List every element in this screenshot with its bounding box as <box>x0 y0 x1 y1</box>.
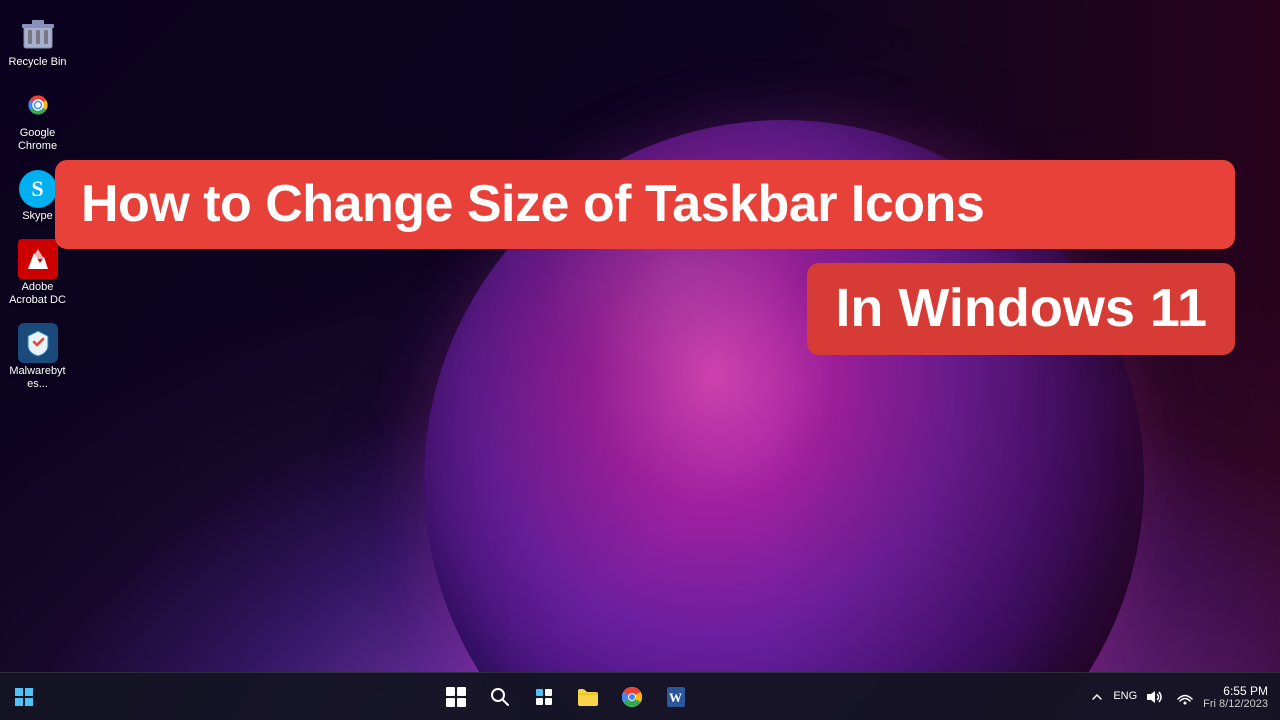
windows-corner-button[interactable] <box>8 681 40 713</box>
taskbar-left <box>0 681 44 713</box>
title-sub-text: In Windows 11 <box>835 279 1207 338</box>
taskbar-explorer-button[interactable] <box>568 677 608 717</box>
desktop-background <box>0 0 1280 720</box>
taskbar-time-display: 6:55 PM <box>1203 684 1268 698</box>
skype-image: S <box>19 170 57 208</box>
chrome-image <box>18 85 58 125</box>
taskbar-search-button[interactable] <box>480 677 520 717</box>
taskbar-widgets-button[interactable] <box>524 677 564 717</box>
taskbar-date-display: Fri 8/12/2023 <box>1203 698 1268 710</box>
right-dark-overlay <box>768 0 1280 720</box>
title-overlay-area: How to Change Size of Taskbar Icons In W… <box>55 160 1235 355</box>
recycle-bin-image <box>18 14 58 54</box>
language-indicator[interactable]: ENG <box>1113 690 1137 703</box>
skype-label: Skype <box>22 210 53 223</box>
taskbar-tray-expand-button[interactable] <box>1087 687 1107 707</box>
chrome-label: Google Chrome <box>8 127 68 153</box>
svg-text:W: W <box>669 690 682 705</box>
taskbar-clock[interactable]: 6:55 PM Fri 8/12/2023 <box>1203 684 1272 710</box>
malware-label: Malwarebytes... <box>8 365 68 391</box>
malware-image <box>18 323 58 363</box>
title-box-sub: In Windows 11 <box>807 263 1235 354</box>
taskbar-chrome-button[interactable] <box>612 677 652 717</box>
taskbar-start-button[interactable] <box>436 677 476 717</box>
title-main-text: How to Change Size of Taskbar Icons <box>81 176 1209 233</box>
recycle-bin-label: Recycle Bin <box>8 56 66 69</box>
taskbar-center: W <box>44 677 1087 717</box>
recycle-bin-icon[interactable]: Recycle Bin <box>4 10 72 73</box>
taskbar-volume-button[interactable] <box>1143 677 1167 717</box>
taskbar-network-button[interactable] <box>1173 677 1197 717</box>
taskbar: W ENG <box>0 672 1280 720</box>
google-chrome-icon[interactable]: Google Chrome <box>4 81 72 157</box>
taskbar-office-button[interactable]: W <box>656 677 696 717</box>
title-box-main: How to Change Size of Taskbar Icons <box>55 160 1235 249</box>
adobe-image <box>18 239 58 279</box>
language-text: ENG <box>1113 690 1137 703</box>
taskbar-right: ENG 6:55 PM Fri 8/12/2023 <box>1087 677 1280 717</box>
